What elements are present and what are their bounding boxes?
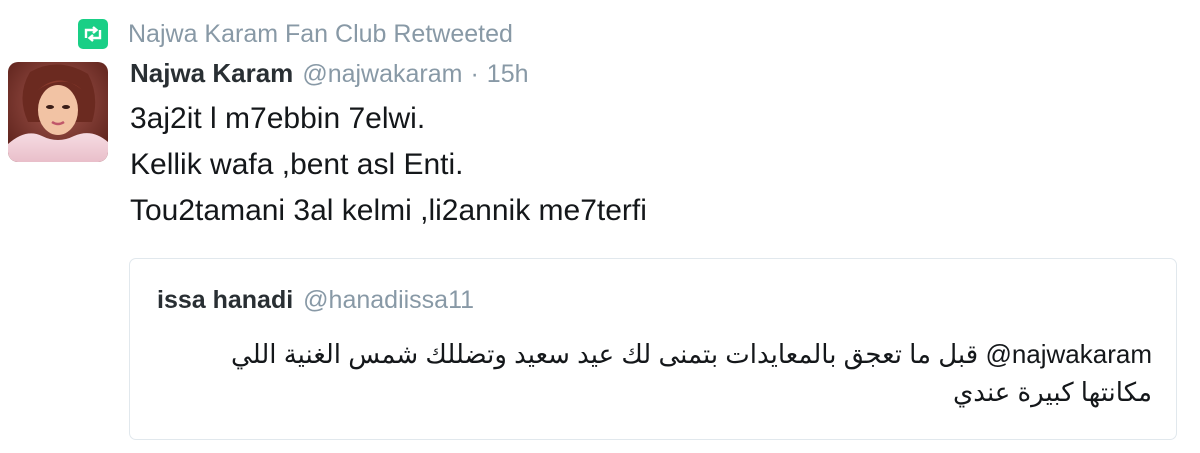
tweet-text: 3aj2it l m7ebbin 7elwi. Kellik wafa ,ben… [130, 96, 647, 234]
tweet-timestamp[interactable]: 15h [487, 60, 529, 89]
tweet-line: 3aj2it l m7ebbin 7elwi. [130, 102, 426, 135]
avatar[interactable] [8, 62, 108, 162]
tweet-header: Najwa Karam @najwakaram · 15h [130, 58, 529, 94]
tweet-line: Kellik wafa ,bent asl Enti. [130, 148, 464, 181]
tweet-line: Tou2tamani 3al kelmi ,li2annik me7terfi [130, 194, 647, 227]
quoted-tweet-header: issa hanadi @hanadiissa11 [157, 286, 474, 315]
retweet-context[interactable]: Najwa Karam Fan Club Retweeted [78, 18, 513, 50]
quoted-author-name[interactable]: issa hanadi [157, 286, 293, 315]
author-handle[interactable]: @najwakaram [302, 60, 462, 89]
quoted-author-handle[interactable]: @hanadiissa11 [303, 286, 474, 315]
separator-dot: · [470, 60, 479, 88]
retweet-icon [78, 19, 108, 49]
quoted-tweet-text: @najwakaram قبل ما تعجق بالمعايدات بتمنى… [177, 335, 1152, 411]
author-name[interactable]: Najwa Karam [130, 58, 293, 89]
retweeted-by-label[interactable]: Najwa Karam Fan Club Retweeted [128, 20, 513, 49]
mention-link[interactable]: @najwakaram [985, 339, 1152, 369]
quoted-tweet-card[interactable]: issa hanadi @hanadiissa11 @najwakaram قب… [129, 258, 1177, 440]
